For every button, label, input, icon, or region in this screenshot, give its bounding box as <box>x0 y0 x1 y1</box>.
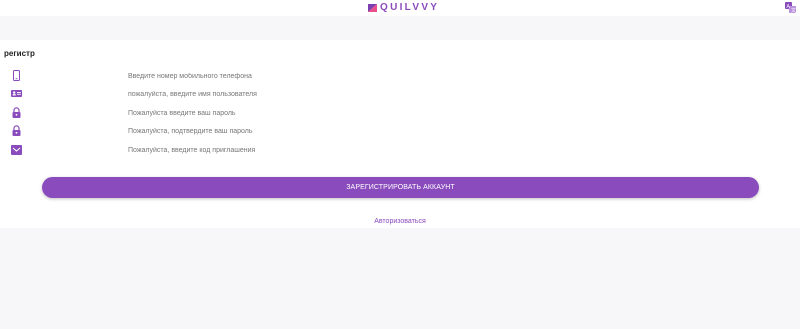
register-form-card: регистр Введите номер мобильного телефон… <box>0 40 800 228</box>
brand-logo: QUILVVY <box>367 2 439 14</box>
id-card-icon <box>11 88 22 99</box>
language-switch-button[interactable]: A 文 <box>785 2 796 13</box>
svg-text:文: 文 <box>791 7 796 13</box>
invite-code-field-row <box>0 141 800 159</box>
phone-input[interactable] <box>126 70 690 82</box>
confirm-password-field-row <box>0 122 800 140</box>
logo-mark-icon <box>368 4 377 12</box>
password-field-row <box>0 104 800 122</box>
password-input[interactable] <box>126 107 690 119</box>
login-link[interactable]: Авторизоваться <box>0 217 800 226</box>
translate-icon: A 文 <box>785 2 796 13</box>
lock-icon <box>11 107 22 118</box>
page-title: регистр <box>4 49 35 58</box>
invite-code-input[interactable] <box>126 144 690 156</box>
phone-field-row <box>0 67 800 85</box>
phone-icon <box>11 70 22 81</box>
brand-name: QUILVVY <box>380 2 440 13</box>
top-bar: QUILVVY A 文 <box>0 0 800 16</box>
username-field-row <box>0 85 800 103</box>
lock-icon <box>11 125 22 136</box>
confirm-password-input[interactable] <box>126 125 690 137</box>
register-account-button[interactable]: ЗАРЕГИСТРИРОВАТЬ АККАУНТ <box>42 177 759 198</box>
envelope-icon <box>11 144 22 155</box>
username-input[interactable] <box>126 88 690 100</box>
